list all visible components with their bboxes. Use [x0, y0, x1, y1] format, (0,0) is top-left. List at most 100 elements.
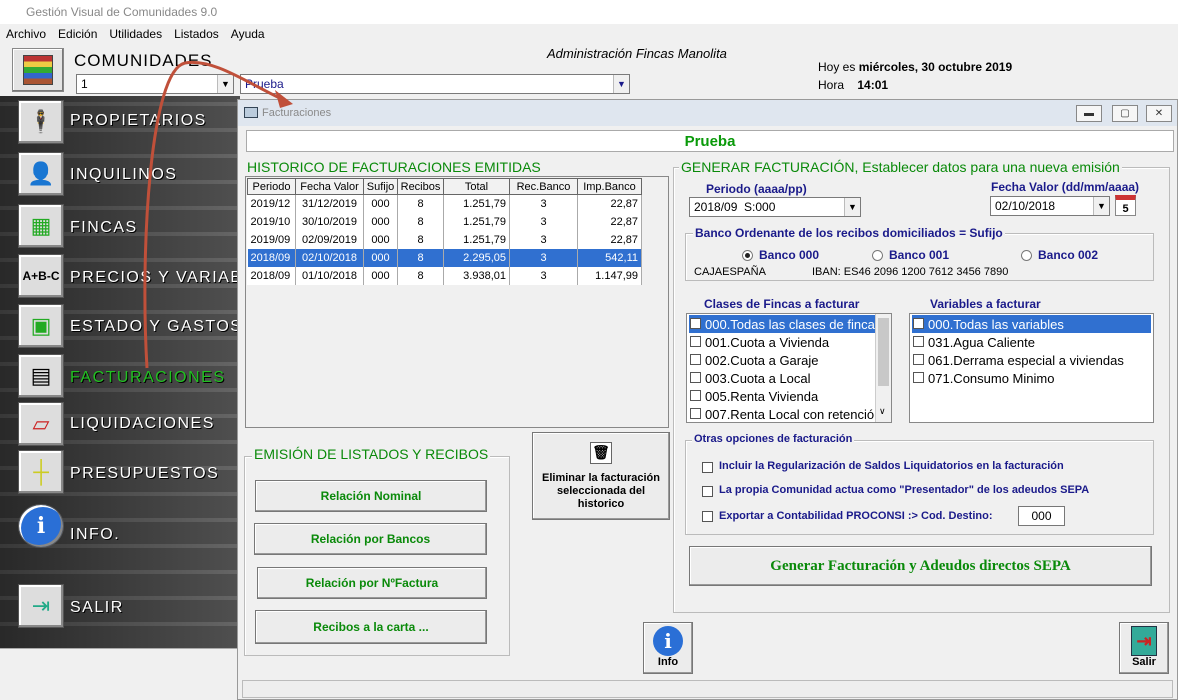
- chevron-down-icon[interactable]: ▼: [844, 198, 860, 216]
- chevron-down-icon[interactable]: ▼: [217, 75, 233, 93]
- table-cell: 000: [363, 230, 398, 249]
- variable-item[interactable]: 031.Agua Caliente: [912, 333, 1035, 351]
- regularizacion-label[interactable]: Incluir la Regularización de Saldos Liqu…: [719, 460, 1064, 472]
- checkbox[interactable]: ✓: [913, 318, 924, 329]
- presentador-checkbox[interactable]: [702, 486, 713, 497]
- chevron-down-icon[interactable]: ▼: [1093, 197, 1109, 215]
- col-recbanco[interactable]: Rec.Banco: [509, 178, 578, 195]
- banco-002-radio[interactable]: [1021, 250, 1032, 261]
- checkbox[interactable]: [690, 408, 701, 419]
- checkbox[interactable]: [913, 372, 924, 383]
- col-impbanco[interactable]: Imp.Banco: [577, 178, 642, 195]
- eliminar-button[interactable]: 🗑 Eliminar la facturación seleccionada d…: [532, 432, 670, 520]
- exportar-checkbox[interactable]: [702, 511, 713, 522]
- table-row[interactable]: 2018/09 02/10/2018 000 8 2.295,05 3 542,11: [247, 248, 642, 267]
- exit-door-icon[interactable]: ⇥: [18, 584, 64, 628]
- calendar-icon[interactable]: 5: [1115, 195, 1136, 216]
- clase-item[interactable]: 003.Cuota a Local: [689, 369, 811, 387]
- variable-item[interactable]: 061.Derrama especial a viviendas: [912, 351, 1124, 369]
- info-button[interactable]: i Info: [643, 622, 693, 674]
- maximize-icon[interactable]: ▢: [1112, 105, 1138, 122]
- variable-item[interactable]: 071.Consumo Minimo: [912, 369, 1054, 387]
- salir-button[interactable]: ⇥ Salir: [1119, 622, 1169, 674]
- abc-icon[interactable]: A+B-C: [18, 254, 64, 298]
- col-sufijo[interactable]: Sufijo: [363, 178, 398, 195]
- ruler-icon[interactable]: ┼: [18, 450, 64, 494]
- clase-item[interactable]: 001.Cuota a Vivienda: [689, 333, 829, 351]
- checkbox[interactable]: [913, 354, 924, 365]
- table-row[interactable]: 2019/09 02/09/2019 000 8 1.251,79 3 22,87: [247, 230, 642, 249]
- clase-item[interactable]: 002.Cuota a Garaje: [689, 351, 818, 369]
- ledger-icon[interactable]: ▱: [18, 402, 64, 446]
- table-row[interactable]: 2019/10 30/10/2019 000 8 1.251,79 3 22,87: [247, 212, 642, 231]
- banco-001-label[interactable]: Banco 001: [889, 248, 949, 262]
- comunidades-button[interactable]: [12, 48, 64, 92]
- variable-item[interactable]: ✓ 000.Todas las variables: [912, 315, 1151, 333]
- menu-utilidades[interactable]: Utilidades: [109, 27, 162, 41]
- col-recibos[interactable]: Recibos: [397, 178, 444, 195]
- sidebar-item-fincas[interactable]: FINCAS: [70, 219, 138, 237]
- periodo-value: 2018/09 S:000: [694, 200, 776, 214]
- menu-listados[interactable]: Listados: [174, 27, 219, 41]
- recibos-carta-button[interactable]: Recibos a la carta ...: [255, 610, 487, 644]
- fecha-valor-field[interactable]: 02/10/2018 ▼: [990, 196, 1110, 216]
- checkbox[interactable]: [690, 372, 701, 383]
- relacion-bancos-button[interactable]: Relación por Bancos: [254, 523, 487, 555]
- checkbox[interactable]: [913, 336, 924, 347]
- invoice-icon[interactable]: ▤: [18, 354, 64, 398]
- sidebar-item-facturaciones[interactable]: FACTURACIONES: [70, 369, 226, 387]
- clase-item[interactable]: 005.Renta Vivienda: [689, 387, 818, 405]
- banco-002-label[interactable]: Banco 002: [1038, 248, 1098, 262]
- clase-label: 003.Cuota a Local: [705, 370, 811, 386]
- close-icon[interactable]: ✕: [1146, 105, 1172, 122]
- checkbox[interactable]: [690, 336, 701, 347]
- banco-001-radio[interactable]: [872, 250, 883, 261]
- presentador-label[interactable]: La propia Comunidad actua como "Presenta…: [719, 484, 1089, 496]
- table-row[interactable]: 2018/09 01/10/2018 000 8 3.938,01 3 1.147,99: [247, 266, 642, 285]
- col-fecha[interactable]: Fecha Valor: [295, 178, 364, 195]
- sidebar-item-propietarios[interactable]: PROPIETARIOS: [70, 112, 207, 130]
- banco-000-label[interactable]: Banco 000: [759, 248, 819, 262]
- exportar-label[interactable]: Exportar a Contabilidad PROCONSI :> Cod.…: [719, 510, 993, 522]
- person-icon[interactable]: 🕴: [18, 100, 64, 144]
- cod-destino-input[interactable]: 000: [1018, 506, 1065, 526]
- clases-scrollbar[interactable]: ∨: [875, 314, 891, 422]
- clase-item[interactable]: ✓ 000.Todas las clases de finca: [689, 315, 875, 333]
- relacion-nfactura-button[interactable]: Relación por NºFactura: [257, 567, 487, 599]
- chevron-down-icon[interactable]: ▼: [613, 75, 629, 93]
- sidebar-item-info[interactable]: INFO.: [70, 526, 120, 544]
- monitor-icon[interactable]: ▣: [18, 304, 64, 348]
- banco-000-radio[interactable]: [742, 250, 753, 261]
- table-cell: 8: [397, 230, 444, 249]
- generar-facturacion-button[interactable]: Generar Facturación y Adeudos directos S…: [689, 546, 1152, 586]
- variables-list[interactable]: ✓ 000.Todas las variables 031.Agua Calien…: [909, 313, 1154, 423]
- info-icon[interactable]: i: [18, 504, 64, 548]
- periodo-select[interactable]: 2018/09 S:000 ▼: [689, 197, 861, 217]
- checkbox[interactable]: [690, 354, 701, 365]
- col-total[interactable]: Total: [443, 178, 510, 195]
- chevron-down-icon[interactable]: ∨: [879, 406, 886, 417]
- clases-list[interactable]: ✓ 000.Todas las clases de finca 001.Cuota…: [686, 313, 892, 423]
- comunidad-code-select[interactable]: 1 ▼: [76, 74, 234, 94]
- table-cell: 8: [397, 248, 444, 267]
- menu-edicion[interactable]: Edición: [58, 27, 97, 41]
- minimize-icon[interactable]: ▬: [1076, 105, 1102, 122]
- building-icon[interactable]: ▦: [18, 204, 64, 248]
- sidebar-item-estado[interactable]: ESTADO Y GASTOS: [70, 318, 242, 336]
- sidebar-item-liquidaciones[interactable]: LIQUIDACIONES: [70, 415, 215, 433]
- comunidad-name-select[interactable]: Prueba ▼: [240, 74, 630, 94]
- menu-ayuda[interactable]: Ayuda: [231, 27, 265, 41]
- regularizacion-checkbox[interactable]: [702, 462, 713, 473]
- sidebar-item-inquilinos[interactable]: INQUILINOS: [70, 166, 177, 184]
- sidebar-item-salir[interactable]: SALIR: [70, 599, 124, 617]
- menu-archivo[interactable]: Archivo: [6, 27, 46, 41]
- relacion-nominal-button[interactable]: Relación Nominal: [255, 480, 487, 512]
- tenant-icon[interactable]: 👤: [18, 152, 64, 196]
- sidebar-item-presupuestos[interactable]: PRESUPUESTOS: [70, 465, 219, 483]
- checkbox[interactable]: ✓: [690, 318, 701, 329]
- scroll-thumb[interactable]: [878, 318, 889, 386]
- clase-item[interactable]: 007.Renta Local con retenció: [689, 405, 875, 423]
- table-row[interactable]: 2019/12 31/12/2019 000 8 1.251,79 3 22,87: [247, 194, 642, 213]
- col-periodo[interactable]: Periodo: [247, 178, 296, 195]
- checkbox[interactable]: [690, 390, 701, 401]
